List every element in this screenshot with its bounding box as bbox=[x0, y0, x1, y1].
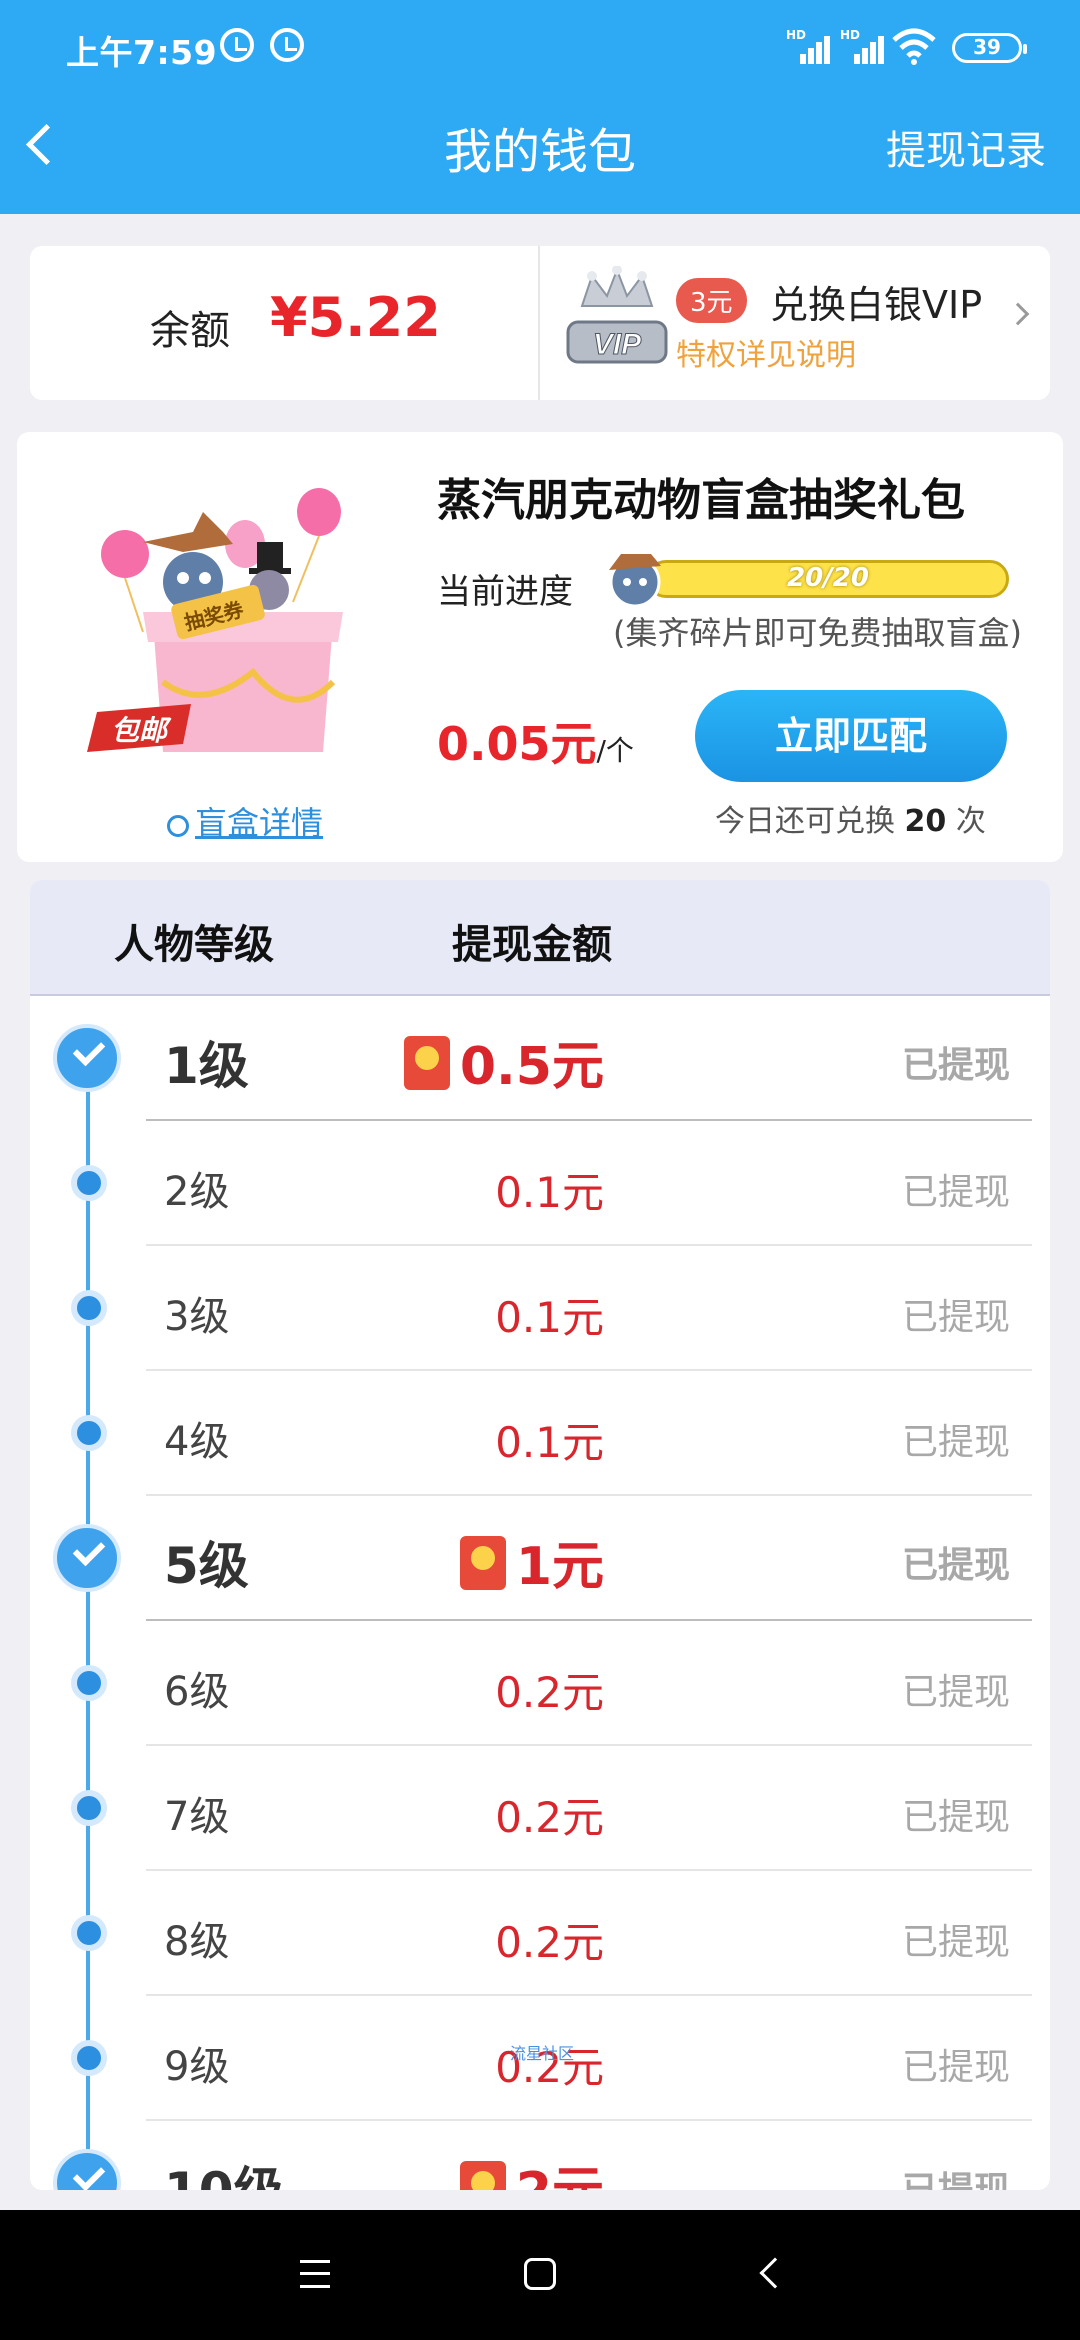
signal-hd-icon: HD bbox=[840, 28, 890, 64]
timeline-dot-icon bbox=[71, 1165, 107, 1201]
check-circle-icon bbox=[53, 2149, 121, 2190]
progress-bar: 20/20 bbox=[647, 560, 1009, 598]
battery-level: 39 bbox=[973, 35, 1001, 59]
red-packet-icon bbox=[459, 1536, 506, 1590]
svg-text:VIP: VIP bbox=[593, 328, 642, 361]
level-cell: 4级 bbox=[164, 1419, 230, 1465]
level-cell: 1级 bbox=[164, 1037, 249, 1095]
amount-cell: 0.1元 bbox=[495, 1168, 604, 1217]
table-row: 5级 1元 已提现 bbox=[30, 1496, 1050, 1621]
table-row: 3级 0.1元 已提现 bbox=[30, 1246, 1050, 1371]
search-icon bbox=[167, 815, 189, 837]
remaining-exchanges: 今日还可兑换 20 次 bbox=[715, 804, 986, 839]
signal-hd-icon: HD bbox=[786, 28, 836, 64]
level-cell: 2级 bbox=[164, 1169, 230, 1215]
withdraw-status: 已提现 bbox=[901, 1545, 1010, 1586]
withdraw-status: 已提现 bbox=[901, 1297, 1010, 1338]
progress-text: 20/20 bbox=[787, 563, 869, 593]
withdraw-status: 已提现 bbox=[901, 1922, 1010, 1963]
amount-cell: 2元 bbox=[459, 2149, 604, 2190]
red-packet-icon bbox=[459, 2161, 506, 2190]
timeline-dot-icon bbox=[71, 1915, 107, 1951]
table-row: 4级 0.1元 已提现 bbox=[30, 1371, 1050, 1496]
level-cell: 5级 bbox=[164, 1537, 249, 1595]
balance-section: 余额 ¥5.22 bbox=[30, 246, 540, 400]
progress-note: (集齐碎片即可免费抽取盲盒) bbox=[613, 614, 1022, 652]
level-cell: 6级 bbox=[164, 1669, 230, 1715]
withdraw-record-link[interactable]: 提现记录 bbox=[886, 118, 1046, 176]
back-arrow-icon[interactable] bbox=[759, 2257, 791, 2289]
withdraw-status: 已提现 bbox=[901, 1672, 1010, 1713]
timeline-dot-icon bbox=[71, 1415, 107, 1451]
recent-apps-icon[interactable] bbox=[300, 2260, 330, 2288]
timeline-dot-icon bbox=[71, 1290, 107, 1326]
blind-box-gift-image[interactable]: 抽奖券 包邮 bbox=[83, 482, 393, 782]
check-circle-icon bbox=[53, 1024, 121, 1092]
amount-cell: 0.2元 bbox=[495, 1668, 604, 1717]
svg-text:包邮: 包邮 bbox=[111, 715, 172, 746]
balance-value: ¥5.22 bbox=[270, 286, 441, 349]
vip-price-badge: 3元 bbox=[676, 278, 747, 323]
withdraw-status: 已提现 bbox=[901, 1797, 1010, 1838]
red-packet-icon bbox=[403, 1036, 450, 1090]
table-row: 10级 2元 已提现 bbox=[30, 2121, 1050, 2190]
status-bar: 上午7:59 HD HD 39 bbox=[0, 0, 1080, 96]
alarm-clock-icon bbox=[220, 28, 254, 62]
top-bar: 上午7:59 HD HD 39 我的钱包 提现记录 bbox=[0, 0, 1080, 214]
amount-cell: 0.2元 bbox=[495, 1793, 604, 1842]
table-row: 1级 0.5元 已提现 bbox=[30, 996, 1050, 1121]
alarm-clock-icon bbox=[270, 28, 304, 62]
vip-exchange-text[interactable]: 兑换白银VIP bbox=[770, 274, 982, 329]
balance-label: 余额 bbox=[150, 308, 230, 354]
level-cell: 10级 bbox=[164, 2151, 284, 2190]
withdraw-status: 已提现 bbox=[901, 1172, 1010, 1213]
progress-label: 当前进度 bbox=[437, 572, 573, 612]
match-now-button[interactable]: 立即匹配 bbox=[695, 690, 1007, 782]
wifi-icon bbox=[892, 28, 936, 65]
level-cell: 8级 bbox=[164, 1919, 230, 1965]
balance-card: 余额 ¥5.22 VIP 3元 兑换白银VIP 特权详见说明 bbox=[30, 246, 1050, 400]
character-avatar-icon bbox=[609, 554, 661, 608]
level-cell: 7级 bbox=[164, 1794, 230, 1840]
table-row: 2级 0.1元 已提现 bbox=[30, 1121, 1050, 1246]
withdraw-status: 已提现 bbox=[901, 1045, 1010, 1086]
blind-box-detail-link[interactable]: 盲盒详情 bbox=[167, 798, 323, 844]
blind-box-card: 抽奖券 包邮 盲盒详情 蒸汽朋克动物盲盒抽奖礼包 当前进度 20/20 (集齐碎… bbox=[17, 432, 1063, 862]
home-icon[interactable] bbox=[524, 2258, 556, 2290]
withdraw-status: 已提现 bbox=[901, 2047, 1010, 2088]
amount-cell: 0.1元 bbox=[495, 1293, 604, 1342]
timeline-dot-icon bbox=[71, 1790, 107, 1826]
silver-crown-vip-icon: VIP bbox=[566, 266, 668, 364]
table-row: 7级 0.2元 已提现 bbox=[30, 1746, 1050, 1871]
blind-box-price: 0.05元/个 bbox=[437, 717, 634, 771]
timeline-dot-icon bbox=[71, 2040, 107, 2076]
amount-cell: 0.2元 bbox=[495, 1918, 604, 1967]
level-cell: 3级 bbox=[164, 1294, 230, 1340]
withdraw-status: 已提现 bbox=[901, 1422, 1010, 1463]
table-row: 8级 0.2元 已提现 bbox=[30, 1871, 1050, 1996]
amount-cell: 0.5元 bbox=[403, 1024, 604, 1099]
withdraw-status: 已提现 bbox=[902, 2161, 1010, 2190]
withdraw-level-table: 人物等级 提现金额 1级 0.5元 已提现 2级 0.1元 已提现 3级 0.1元 已提现 4级 0… bbox=[30, 880, 1050, 2190]
blind-box-title: 蒸汽朋克动物盲盒抽奖礼包 bbox=[437, 475, 965, 526]
timeline-dot-icon bbox=[71, 1665, 107, 1701]
system-navigation-bar bbox=[0, 2210, 1080, 2340]
battery-icon: 39 bbox=[952, 33, 1027, 63]
column-header-level: 人物等级 bbox=[114, 922, 274, 968]
column-header-amount: 提现金额 bbox=[452, 922, 612, 968]
table-header: 人物等级 提现金额 bbox=[30, 880, 1050, 996]
vip-privilege-note[interactable]: 特权详见说明 bbox=[676, 330, 856, 374]
amount-cell: 1元 bbox=[459, 1524, 604, 1599]
status-time: 上午7:59 bbox=[66, 33, 218, 72]
check-circle-icon bbox=[53, 1524, 121, 1592]
amount-cell: 0.1元 bbox=[495, 1418, 604, 1467]
table-row: 6级 0.2元 已提现 bbox=[30, 1621, 1050, 1746]
watermark: 流星社区 bbox=[510, 2044, 575, 2063]
level-cell: 9级 bbox=[164, 2044, 230, 2090]
